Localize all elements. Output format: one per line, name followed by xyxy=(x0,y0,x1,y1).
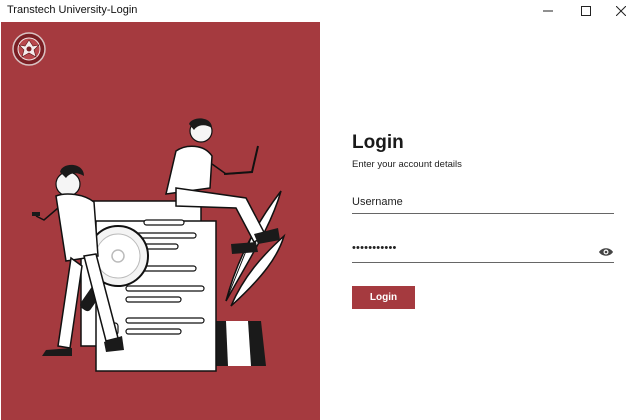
username-field[interactable]: Username xyxy=(352,196,403,208)
close-icon xyxy=(616,6,626,16)
login-window: Transtech University-Login Login Enter y… xyxy=(0,0,633,420)
login-button[interactable]: Login xyxy=(352,286,415,309)
maximize-button[interactable] xyxy=(568,0,604,22)
eye-icon[interactable] xyxy=(598,246,614,258)
password-underline xyxy=(352,262,614,263)
window-title: Transtech University-Login xyxy=(7,4,138,16)
maximize-icon xyxy=(581,6,591,16)
close-button[interactable] xyxy=(603,0,633,22)
password-field[interactable]: ••••••••••• xyxy=(352,242,397,254)
login-subtitle: Enter your account details xyxy=(352,159,462,170)
people-with-documents-illustration xyxy=(32,118,286,372)
title-bar: Transtech University-Login xyxy=(0,0,633,22)
university-crest-icon xyxy=(12,32,46,66)
minimize-button[interactable] xyxy=(530,0,566,22)
minimize-icon xyxy=(543,10,553,12)
username-underline xyxy=(352,213,614,214)
login-title: Login xyxy=(352,132,404,153)
